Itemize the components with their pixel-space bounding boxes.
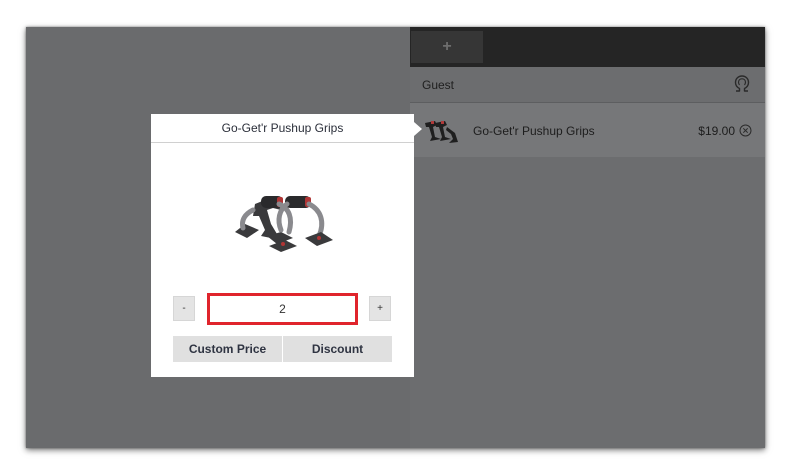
product-edit-popover: Go-Get'r Pushup Grips - + Custo: [151, 114, 422, 377]
pushup-grips-thumbnail: [425, 121, 458, 143]
customer-row[interactable]: Guest: [410, 67, 765, 103]
cart-panel: + Guest Go-Get'r Pushup Grips $19.00: [410, 27, 765, 448]
customer-name: Guest: [422, 78, 455, 92]
add-order-tab-button[interactable]: +: [411, 31, 483, 63]
popover-title: Go-Get'r Pushup Grips: [151, 114, 414, 143]
pushup-grips-image: [235, 196, 333, 252]
omega-customer-icon[interactable]: [731, 73, 753, 95]
quantity-input[interactable]: [207, 293, 358, 325]
increase-quantity-button[interactable]: +: [369, 296, 391, 321]
popover-arrow: [414, 122, 422, 136]
custom-price-button[interactable]: Custom Price: [173, 336, 282, 362]
plus-icon: +: [442, 38, 452, 55]
minus-label: -: [182, 303, 186, 314]
remove-item-icon[interactable]: [739, 124, 752, 137]
plus-label: +: [377, 303, 383, 314]
cart-item-name: Go-Get'r Pushup Grips: [473, 124, 595, 138]
cart-item-price: $19.00: [698, 124, 735, 138]
cart-line-item[interactable]: Go-Get'r Pushup Grips $19.00: [410, 103, 765, 157]
cart-top-bar: +: [410, 27, 765, 67]
decrease-quantity-button[interactable]: -: [173, 296, 195, 321]
discount-button[interactable]: Discount: [283, 336, 392, 362]
